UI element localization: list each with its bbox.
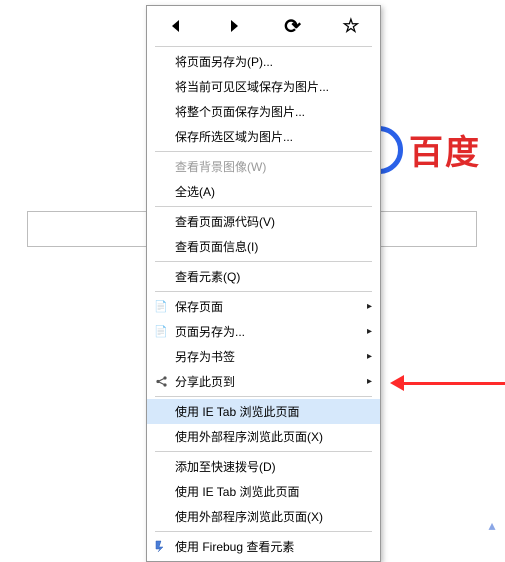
reload-button[interactable]: ⟳ <box>281 14 305 38</box>
separator <box>155 531 372 532</box>
menu-use-external-2[interactable]: 使用外部程序浏览此页面(X) <box>147 504 380 529</box>
save-page-icon: 📄 <box>153 299 169 315</box>
menu-view-info[interactable]: 查看页面信息(I) <box>147 234 380 259</box>
menu-add-speed-dial[interactable]: 添加至快速拨号(D) <box>147 454 380 479</box>
menu-toolbar: ⟳ ☆ <box>147 8 380 44</box>
separator <box>155 46 372 47</box>
menu-save-whole-page-as-image[interactable]: 将整个页面保存为图片... <box>147 99 380 124</box>
menu-save-as-bookmark[interactable]: 另存为书签 ▸ <box>147 344 380 369</box>
forward-button[interactable] <box>222 14 246 38</box>
menu-save-page[interactable]: 📄 保存页面 ▸ <box>147 294 380 319</box>
separator <box>155 451 372 452</box>
menu-use-external-1[interactable]: 使用外部程序浏览此页面(X) <box>147 424 380 449</box>
menu-view-source[interactable]: 查看页面源代码(V) <box>147 209 380 234</box>
menu-share-page[interactable]: 分享此页到 ▸ <box>147 369 380 394</box>
reload-icon: ⟳ <box>284 14 301 39</box>
menu-save-page-as[interactable]: 将页面另存为(P)... <box>147 49 380 74</box>
back-icon <box>167 17 185 35</box>
menu-save-selection-as-image[interactable]: 保存所选区域为图片... <box>147 124 380 149</box>
menu-inspect[interactable]: 查看元素(Q) <box>147 264 380 289</box>
scroll-up-icon[interactable]: ▴ <box>484 517 500 534</box>
separator <box>155 151 372 152</box>
menu-use-ie-tab[interactable]: 使用 IE Tab 浏览此页面 <box>147 399 380 424</box>
share-icon <box>153 374 169 390</box>
menu-view-bg-image: 查看背景图像(W) <box>147 154 380 179</box>
forward-icon <box>225 17 243 35</box>
bookmark-button[interactable]: ☆ <box>339 14 363 38</box>
baidu-logo-text: 百度 <box>409 125 481 174</box>
menu-save-visible-as-image[interactable]: 将当前可见区域保存为图片... <box>147 74 380 99</box>
separator <box>155 291 372 292</box>
separator <box>155 206 372 207</box>
menu-select-all[interactable]: 全选(A) <box>147 179 380 204</box>
separator <box>155 261 372 262</box>
context-menu: ⟳ ☆ 将页面另存为(P)... 将当前可见区域保存为图片... 将整个页面保存… <box>146 5 381 562</box>
menu-use-firebug[interactable]: 使用 Firebug 查看元素 <box>147 534 380 559</box>
separator <box>155 396 372 397</box>
submenu-arrow-icon: ▸ <box>367 376 372 387</box>
firebug-icon <box>153 539 169 555</box>
page-save-as-icon: 📄 <box>153 324 169 340</box>
menu-page-save-as[interactable]: 📄 页面另存为... ▸ <box>147 319 380 344</box>
annotation-arrow <box>390 378 505 388</box>
menu-use-ie-tab-2[interactable]: 使用 IE Tab 浏览此页面 <box>147 479 380 504</box>
back-button[interactable] <box>164 14 188 38</box>
star-icon: ☆ <box>342 15 359 38</box>
submenu-arrow-icon: ▸ <box>367 326 372 337</box>
submenu-arrow-icon: ▸ <box>367 351 372 362</box>
submenu-arrow-icon: ▸ <box>367 301 372 312</box>
